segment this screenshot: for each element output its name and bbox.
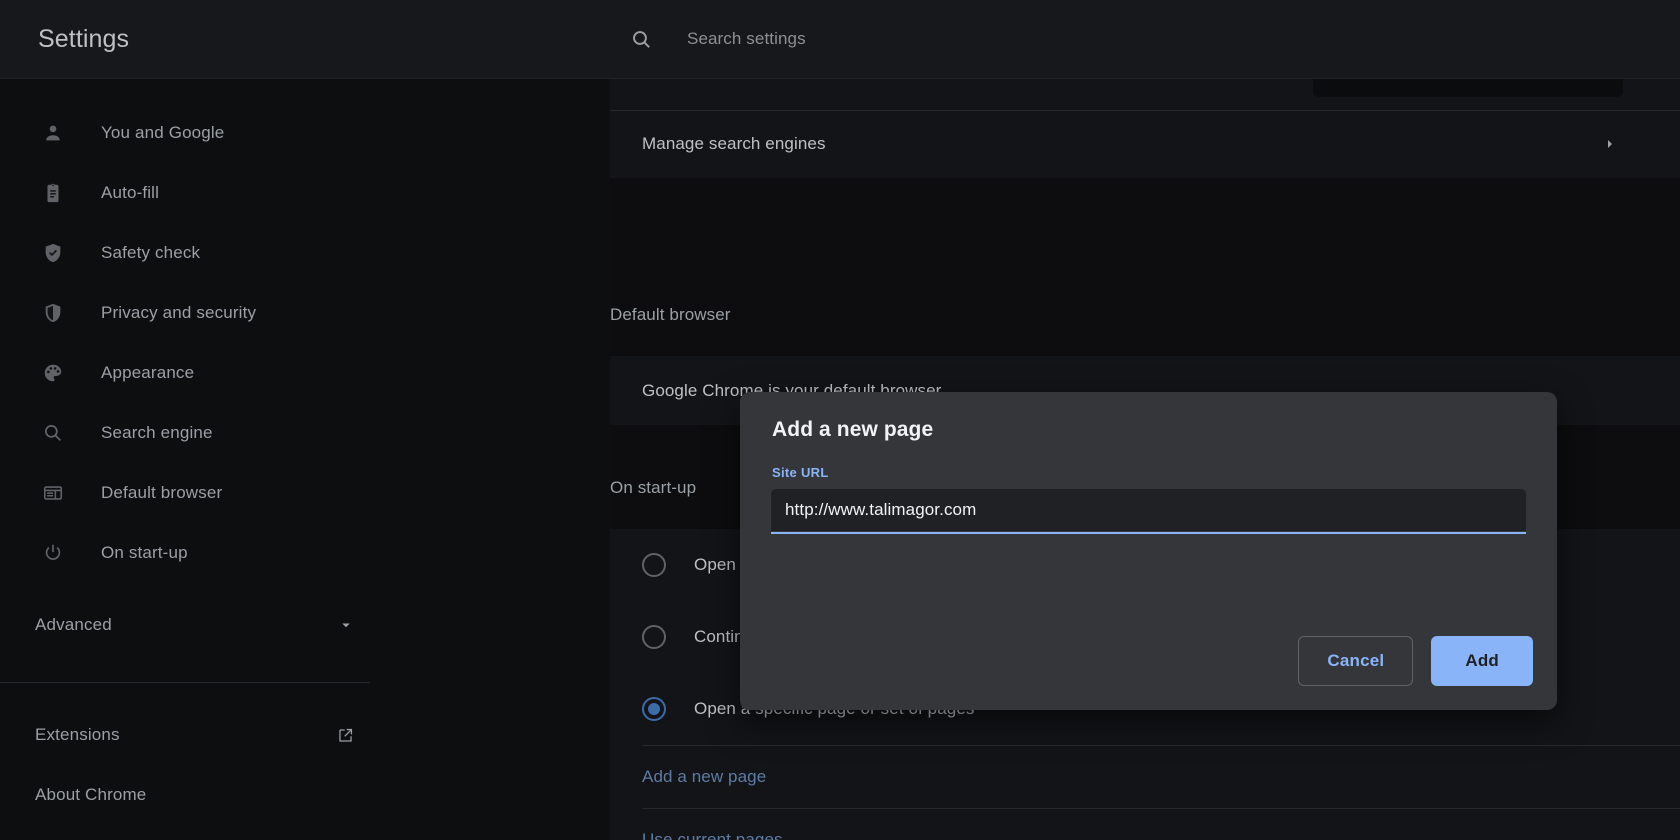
search-engine-select[interactable]	[1313, 79, 1623, 97]
input-focus-underline	[771, 532, 1526, 534]
cancel-button[interactable]: Cancel	[1298, 636, 1414, 686]
add-button[interactable]: Add	[1431, 636, 1533, 686]
radio-button[interactable]	[642, 697, 666, 721]
sidebar-item-auto-fill[interactable]: Auto-fill	[0, 163, 610, 223]
sidebar-footer: Extensions About Chrome	[0, 683, 610, 825]
on-startup-heading: On start-up	[610, 478, 697, 497]
sidebar-item-label: Search engine	[101, 423, 213, 442]
add-a-new-page-link[interactable]: Add a new page	[610, 746, 1680, 808]
sidebar-item-label: Default browser	[101, 483, 223, 502]
sidebar-item-label: Auto-fill	[101, 183, 160, 202]
sidebar-footer-label: About Chrome	[35, 785, 147, 804]
power-icon	[38, 538, 68, 568]
person-icon	[38, 118, 68, 148]
search-icon	[630, 28, 653, 51]
add-a-new-page-label: Add a new page	[642, 767, 767, 786]
sidebar-item-privacy-and-security[interactable]: Privacy and security	[0, 283, 610, 343]
clipboard-icon	[38, 178, 68, 208]
shield-icon	[38, 298, 68, 328]
sidebar-item-default-browser[interactable]: Default browser	[0, 463, 610, 523]
external-link-icon	[336, 726, 355, 745]
browser-window-icon	[38, 478, 68, 508]
search-bar[interactable]	[610, 0, 1680, 78]
sidebar-nav: You and Google Auto-fill Safety check Pr…	[0, 79, 610, 583]
sidebar-item-appearance[interactable]: Appearance	[0, 343, 610, 403]
sidebar-item-safety-check[interactable]: Safety check	[0, 223, 610, 283]
radio-button[interactable]	[642, 553, 666, 577]
sidebar-footer-label: Extensions	[35, 725, 120, 744]
manage-search-engines-label: Manage search engines	[642, 134, 826, 153]
site-url-label: Site URL	[772, 465, 829, 480]
search-engine-card: Manage search engines	[610, 79, 1680, 178]
site-url-input[interactable]	[771, 489, 1526, 531]
sidebar-item-label: Privacy and security	[101, 303, 257, 322]
add-a-new-page-dialog: Add a new page Site URL Cancel Add	[740, 392, 1557, 710]
use-current-pages-link[interactable]: Use current pages	[610, 809, 1680, 840]
search-icon	[38, 418, 68, 448]
search-input[interactable]	[687, 29, 1207, 49]
sidebar-header: Settings	[0, 0, 610, 79]
sidebar-item-label: Appearance	[101, 363, 195, 382]
sidebar-item-extensions[interactable]: Extensions	[0, 705, 610, 765]
dialog-actions: Cancel Add	[1298, 636, 1533, 686]
dialog-title: Add a new page	[772, 418, 934, 441]
sidebar-advanced-label: Advanced	[35, 615, 112, 634]
sidebar-item-label: You and Google	[101, 123, 225, 142]
sidebar-item-on-start-up[interactable]: On start-up	[0, 523, 610, 583]
radio-button[interactable]	[642, 625, 666, 649]
site-url-field[interactable]	[771, 489, 1526, 534]
default-browser-heading: Default browser	[610, 305, 731, 324]
settings-topbar	[610, 0, 1680, 79]
chevron-right-icon	[1602, 136, 1618, 152]
chevron-down-icon	[337, 616, 355, 634]
manage-search-engines-row[interactable]: Manage search engines	[610, 110, 1680, 178]
sidebar-item-label: On start-up	[101, 543, 188, 562]
sidebar-item-search-engine[interactable]: Search engine	[0, 403, 610, 463]
use-current-pages-label: Use current pages	[642, 830, 783, 840]
sidebar-item-label: Safety check	[101, 243, 201, 262]
shield-check-icon	[38, 238, 68, 268]
palette-icon	[38, 358, 68, 388]
sidebar-item-about-chrome[interactable]: About Chrome	[0, 765, 610, 825]
page-title: Settings	[38, 24, 130, 53]
sidebar-item-you-and-google[interactable]: You and Google	[0, 103, 610, 163]
sidebar-advanced-toggle[interactable]: Advanced	[0, 595, 610, 655]
settings-sidebar: Settings You and Google Auto-fill Safety…	[0, 0, 610, 840]
